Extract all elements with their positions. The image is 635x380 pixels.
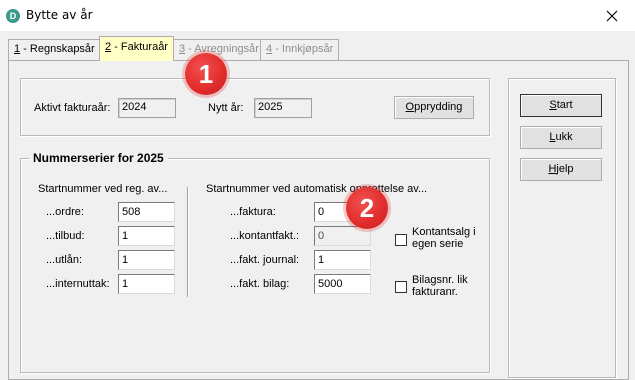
left-series-header: Startnummer ved reg. av... bbox=[38, 183, 168, 195]
new-year-field: 2025 bbox=[254, 98, 312, 118]
new-year-label: Nytt år: bbox=[208, 102, 244, 114]
tab-regnskapsar[interactable]: 1 - Regnskapsår bbox=[8, 39, 101, 60]
loan-start-input[interactable] bbox=[118, 250, 175, 270]
close-window-button[interactable] bbox=[589, 0, 635, 31]
voucher-equals-invoice-checkbox[interactable] bbox=[395, 281, 407, 293]
cash-sale-own-series-label: Kontantsalg i egen serie bbox=[412, 226, 476, 250]
tab-label: - Avregningsår bbox=[185, 43, 259, 55]
column-divider bbox=[187, 187, 188, 297]
checkbox-label-line: egen serie bbox=[412, 238, 464, 250]
tab-label: - Regnskapsår bbox=[20, 43, 95, 55]
tab-innkjopsar[interactable]: 4 - Innkjøpsår bbox=[260, 39, 340, 60]
cash-invoice-label: ...kontantfakt.: bbox=[230, 230, 300, 242]
button-label-accel: S bbox=[549, 99, 557, 111]
invoice-journal-label: ...fakt. journal: bbox=[230, 254, 300, 266]
button-label: tart bbox=[556, 99, 573, 111]
order-start-input[interactable] bbox=[118, 202, 175, 222]
loan-label: ...utlån: bbox=[46, 254, 83, 266]
voucher-equals-invoice-label: Bilagsnr. lik fakturanr. bbox=[412, 274, 468, 298]
annotation-badge-2: 2 bbox=[346, 187, 388, 229]
active-year-label: Aktivt fakturaår: bbox=[34, 102, 111, 114]
tab-panel: Aktivt fakturaår: 2024 Nytt år: 2025 Opp… bbox=[8, 60, 629, 380]
offer-start-input[interactable] bbox=[118, 226, 175, 246]
cleanup-button[interactable]: Opprydding bbox=[394, 96, 474, 119]
invoice-voucher-start-input[interactable] bbox=[314, 274, 371, 294]
button-label: ukk bbox=[555, 131, 573, 143]
active-year-field: 2024 bbox=[118, 98, 176, 118]
close-icon bbox=[606, 10, 618, 21]
tab-label: - Fakturaår bbox=[111, 41, 168, 53]
offer-label: ...tilbud: bbox=[46, 230, 85, 242]
cash-sale-own-series-checkbox[interactable] bbox=[395, 234, 407, 246]
internal-withdrawal-start-input[interactable] bbox=[118, 274, 175, 294]
app-logo-icon: D bbox=[6, 9, 20, 23]
tab-fakturaar[interactable]: 2 - Fakturaår bbox=[99, 36, 174, 61]
close-button[interactable]: Lukk bbox=[520, 126, 602, 149]
button-label-accel: O bbox=[405, 101, 415, 113]
invoice-voucher-label: ...fakt. bilag: bbox=[230, 278, 290, 290]
title-bar: D Bytte av år bbox=[0, 0, 635, 31]
right-series-header: Startnummer ved automatisk opprettelse a… bbox=[206, 183, 428, 195]
internal-withdrawal-label: ...internuttak: bbox=[46, 278, 110, 290]
tab-label: - Innkjøpsår bbox=[272, 43, 334, 55]
checkbox-label-line: Kontantsalg i bbox=[412, 226, 476, 238]
button-label: jelp bbox=[556, 163, 574, 175]
start-button[interactable]: Start bbox=[520, 94, 602, 117]
invoice-journal-start-input[interactable] bbox=[314, 250, 371, 270]
help-button[interactable]: Hjelp bbox=[520, 158, 602, 181]
cash-invoice-start-input[interactable] bbox=[314, 226, 371, 246]
order-label: ...ordre: bbox=[46, 206, 84, 218]
button-label: pprydding bbox=[414, 101, 463, 113]
action-panel: Start Lukk Hjelp bbox=[508, 78, 616, 378]
number-series-title: Nummerserier for 2025 bbox=[29, 151, 168, 165]
checkbox-label-line: Bilagsnr. lik bbox=[412, 274, 468, 286]
annotation-badge-1: 1 bbox=[185, 53, 227, 95]
invoice-label: ...faktura: bbox=[230, 206, 276, 218]
window-title: Bytte av år bbox=[26, 8, 93, 22]
number-series-group: Nummerserier for 2025 Startnummer ved re… bbox=[20, 151, 490, 373]
checkbox-label-line: fakturanr. bbox=[412, 286, 458, 298]
year-group: Aktivt fakturaår: 2024 Nytt år: 2025 Opp… bbox=[20, 78, 490, 136]
